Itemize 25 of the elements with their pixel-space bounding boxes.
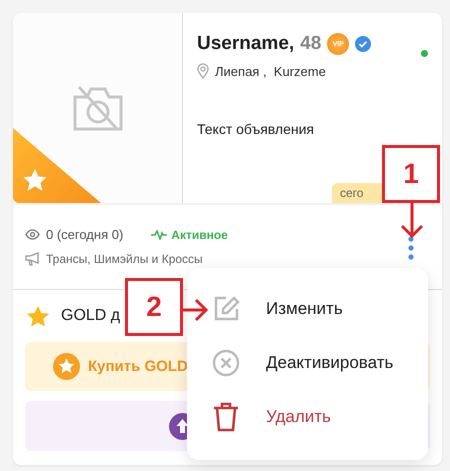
listing-text: Текст объявления (197, 121, 316, 137)
location-pin-icon (197, 63, 209, 79)
step-marker: 1 (382, 145, 440, 203)
arrow-icon (183, 297, 209, 323)
no-photo-icon (70, 83, 124, 133)
pencil-icon (212, 295, 240, 323)
eye-icon (25, 229, 40, 240)
menu-item[interactable]: Удалить (187, 390, 428, 444)
category: Трансы, Шимэйлы и Кроссы (46, 252, 203, 266)
menu-item[interactable]: Изменить (187, 282, 428, 336)
location: Лиепая , Kurzeme (215, 64, 326, 78)
view-count: 0 (сегодня 0) (46, 227, 124, 242)
arrow-icon (400, 203, 424, 239)
pulse-icon (151, 230, 168, 240)
status-label: Активное (171, 228, 228, 242)
age: 48 (300, 33, 322, 55)
close-circle-icon (212, 349, 240, 377)
username: Username, (197, 33, 294, 55)
megaphone-icon (25, 252, 40, 266)
star-coin-icon (53, 353, 80, 380)
promo-title: GOLD д (61, 307, 120, 325)
star-icon (27, 306, 49, 326)
trash-icon (212, 402, 240, 432)
menu-item[interactable]: Деактивировать (187, 336, 428, 390)
step-marker: 2 (125, 278, 183, 336)
